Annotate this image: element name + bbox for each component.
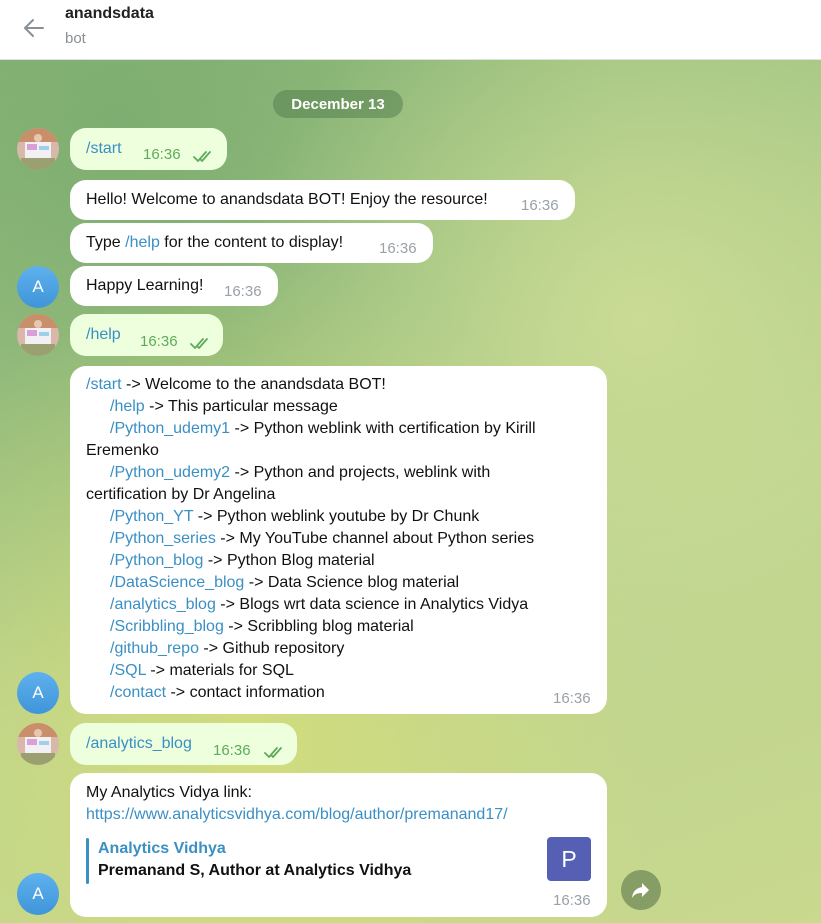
command-link[interactable]: /start	[86, 376, 122, 393]
message-time: 16:36	[521, 197, 559, 214]
message-time: 16:36	[143, 146, 181, 163]
command-link[interactable]: /Python_udemy1	[110, 420, 230, 437]
link-preview-thumbnail[interactable]: P	[547, 837, 591, 881]
url-link[interactable]: https://www.analyticsvidhya.com/blog/aut…	[86, 804, 508, 826]
message-time: 16:36	[224, 283, 262, 300]
user-photo-icon	[17, 314, 59, 356]
help-line: /Python_series -> My YouTube channel abo…	[110, 528, 534, 550]
help-line: certification by Dr Angelina	[86, 484, 275, 506]
help-line: /help -> This particular message	[110, 396, 338, 418]
help-line: /SQL -> materials for SQL	[110, 660, 294, 682]
double-check-icon	[190, 338, 208, 349]
bot-avatar[interactable]: A	[17, 672, 59, 714]
command-link[interactable]: /Python_udemy2	[110, 464, 230, 481]
command-description: -> Welcome to the anandsdata BOT!	[121, 376, 386, 393]
message-time: 16:36	[553, 892, 591, 909]
message-text-suffix: for the content to display!	[159, 234, 344, 251]
link-preview-title[interactable]: Premanand S, Author at Analytics Vidhya	[98, 860, 411, 882]
arrow-left-icon	[24, 19, 44, 37]
help-line: /start -> Welcome to the anandsdata BOT!	[86, 374, 386, 396]
outgoing-message[interactable]: /analytics_blog 16:36	[70, 723, 297, 765]
user-photo-icon	[17, 723, 59, 765]
help-line: /Python_YT -> Python weblink youtube by …	[110, 506, 479, 528]
command-description: -> This particular message	[144, 398, 338, 415]
link-preview-site[interactable]: Analytics Vidhya	[98, 838, 226, 860]
command-description: -> Scribbling blog material	[223, 618, 414, 635]
chat-messages-area[interactable]: December 13 /start 16:36 Hello! Welcome	[0, 60, 821, 923]
bot-avatar[interactable]: A	[17, 266, 59, 308]
outgoing-message[interactable]: /help 16:36	[70, 314, 223, 356]
incoming-message[interactable]: Hello! Welcome to anandsdata BOT! Enjoy …	[70, 180, 575, 220]
command-link[interactable]: /Python_series	[110, 530, 216, 547]
command-link[interactable]: /help	[110, 398, 145, 415]
command-link[interactable]: /help	[125, 234, 160, 251]
help-line: Eremenko	[86, 440, 159, 462]
chat-header: anandsdata bot	[0, 0, 821, 60]
help-line: /DataScience_blog -> Data Science blog m…	[110, 572, 459, 594]
command-description: -> Data Science blog material	[244, 574, 460, 591]
command-link[interactable]: /contact	[110, 684, 166, 701]
command-description: -> Blogs wrt data science in Analytics V…	[215, 596, 529, 613]
command-description: -> Python Blog material	[203, 552, 375, 569]
command-description: -> Python weblink with certification by …	[230, 420, 536, 437]
link-preview-accent	[86, 838, 89, 884]
help-line: /github_repo -> Github repository	[110, 638, 344, 660]
command-link[interactable]: /analytics_blog	[110, 596, 216, 613]
message-time: 16:36	[213, 742, 251, 759]
help-line: /Scribbling_blog -> Scribbling blog mate…	[110, 616, 414, 638]
message-time: 16:36	[553, 690, 591, 707]
help-line: /Python_udemy1 -> Python weblink with ce…	[110, 418, 536, 440]
command-link[interactable]: /github_repo	[110, 640, 199, 657]
command-description: Eremenko	[86, 442, 159, 459]
command-link[interactable]: /Python_YT	[110, 508, 193, 525]
message-text: Happy Learning!	[86, 277, 204, 294]
command-description: -> Python and projects, weblink with	[230, 464, 491, 481]
help-line: /Python_udemy2 -> Python and projects, w…	[110, 462, 490, 484]
user-avatar[interactable]	[17, 128, 59, 170]
message-text: My Analytics Vidya link:	[86, 784, 252, 801]
command-description: -> My YouTube channel about Python serie…	[215, 530, 535, 547]
incoming-message[interactable]: /start -> Welcome to the anandsdata BOT!…	[70, 366, 607, 714]
incoming-message[interactable]: Type /help for the content to display! 1…	[70, 223, 433, 263]
bot-avatar[interactable]: A	[17, 873, 59, 915]
chat-title[interactable]: anandsdata	[65, 5, 154, 23]
command-description: -> materials for SQL	[145, 662, 294, 679]
telegram-chat-window: anandsdata bot December 13 /start 16:36	[0, 0, 821, 923]
user-avatar[interactable]	[17, 314, 59, 356]
message-time: 16:36	[379, 240, 417, 257]
message-text-prefix: Type	[86, 234, 126, 251]
message-text: Type /help for the content to display!	[86, 232, 343, 254]
share-button[interactable]	[621, 870, 661, 910]
message-text: Hello! Welcome to anandsdata BOT! Enjoy …	[86, 191, 488, 208]
incoming-message[interactable]: Happy Learning! 16:36	[70, 266, 278, 306]
user-photo-icon	[17, 128, 59, 170]
incoming-message[interactable]: My Analytics Vidya link: https://www.ana…	[70, 773, 607, 917]
help-line: /analytics_blog -> Blogs wrt data scienc…	[110, 594, 528, 616]
command-description: -> Python weblink youtube by Dr Chunk	[193, 508, 480, 525]
command-link[interactable]: /Python_blog	[110, 552, 203, 569]
double-check-icon	[193, 151, 211, 162]
command-description: -> contact information	[166, 684, 325, 701]
message-time: 16:36	[140, 333, 178, 350]
outgoing-message[interactable]: /start 16:36	[70, 128, 227, 170]
command-text[interactable]: /analytics_blog	[86, 733, 192, 755]
command-description: -> Github repository	[198, 640, 345, 657]
date-separator: December 13	[273, 90, 403, 118]
back-button[interactable]	[18, 12, 50, 44]
command-link[interactable]: /SQL	[110, 662, 146, 679]
command-text[interactable]: /start	[86, 138, 122, 160]
command-link[interactable]: /Scribbling_blog	[110, 618, 224, 635]
command-text[interactable]: /help	[86, 324, 121, 346]
chat-subtitle: bot	[65, 30, 86, 47]
command-link[interactable]: /DataScience_blog	[110, 574, 244, 591]
help-line: /contact -> contact information	[110, 682, 325, 704]
double-check-icon	[264, 747, 282, 758]
help-line: /Python_blog -> Python Blog material	[110, 550, 375, 572]
command-description: certification by Dr Angelina	[86, 486, 276, 503]
user-avatar[interactable]	[17, 723, 59, 765]
share-arrow-icon	[632, 883, 649, 898]
